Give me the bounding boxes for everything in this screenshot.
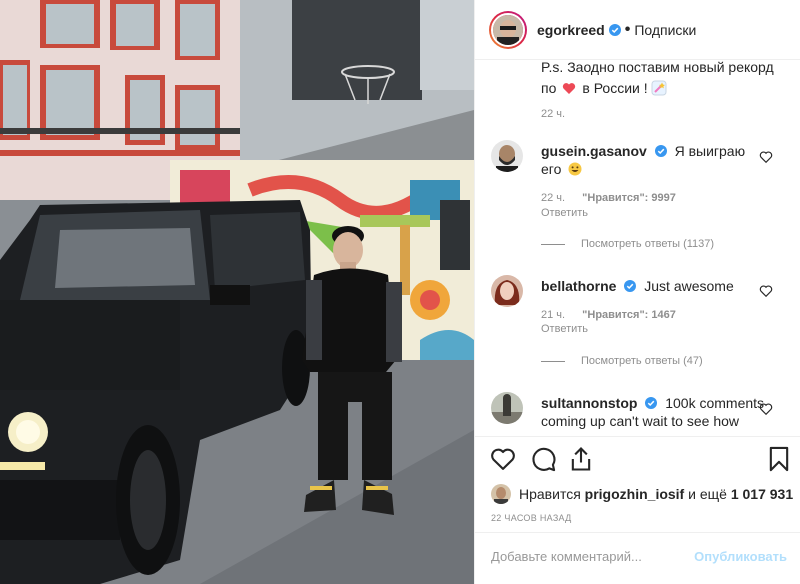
comment-meta: 22 ч. "Нравится": 9997 bbox=[541, 192, 690, 204]
post-image bbox=[0, 0, 474, 584]
comment-bubble-icon[interactable] bbox=[529, 445, 557, 473]
likes-prefix: Нравится bbox=[519, 486, 581, 502]
replies-divider bbox=[541, 243, 565, 245]
view-replies-label: Посмотреть ответы (47) bbox=[581, 355, 703, 367]
view-replies-button[interactable]: Посмотреть ответы (47) bbox=[541, 355, 703, 367]
comment-body-line-2: coming up can't wait to see how bbox=[541, 413, 740, 429]
comment-avatar[interactable] bbox=[491, 392, 523, 424]
comment-likes[interactable]: "Нравится": 1467 bbox=[582, 309, 676, 321]
reply-button[interactable]: Ответить bbox=[541, 207, 588, 219]
likes-suffix: и ещё bbox=[688, 486, 727, 502]
commenter-avatar-image bbox=[491, 392, 523, 424]
author-username[interactable]: egorkreed bbox=[537, 22, 605, 38]
comment-meta: 21 ч. "Нравится": 1467 bbox=[541, 309, 690, 321]
liker-avatar bbox=[491, 484, 511, 504]
bookmark-save-icon[interactable] bbox=[765, 445, 793, 473]
shooting-star-emoji-icon bbox=[651, 80, 667, 96]
author-avatar-image bbox=[493, 14, 523, 45]
commenter-avatar-image bbox=[491, 275, 523, 307]
separator-dot: • bbox=[624, 20, 631, 38]
like-comment-heart-icon[interactable] bbox=[759, 284, 773, 298]
commenter-avatar-image bbox=[491, 140, 523, 172]
post-timestamp[interactable]: 22 ЧАСОВ НАЗАД bbox=[491, 513, 572, 523]
verified-badge-icon bbox=[624, 280, 637, 292]
reply-button[interactable]: Ответить bbox=[541, 323, 588, 335]
verified-badge-icon bbox=[654, 145, 667, 157]
comment-text: sultannonstop 100k comments coming up ca… bbox=[541, 394, 781, 430]
replies-divider bbox=[541, 360, 565, 362]
like-heart-icon[interactable] bbox=[489, 445, 517, 473]
caption-text: P.s. Заодно поставим новый рекорд по в Р… bbox=[541, 60, 781, 97]
post-photo[interactable] bbox=[0, 0, 474, 584]
comment-body-line-1: Я выиграю bbox=[674, 143, 746, 159]
post-actions: Нравится prigozhin_iosif и ещё 1 017 931… bbox=[475, 436, 800, 532]
likes-count[interactable]: 1 017 931 bbox=[731, 486, 793, 502]
view-replies-button[interactable]: Посмотреть ответы (1137) bbox=[541, 238, 714, 250]
author-avatar[interactable] bbox=[489, 10, 527, 49]
caption-line-2: по в России ! bbox=[541, 79, 781, 97]
comments-list[interactable]: P.s. Заодно поставим новый рекорд по в Р… bbox=[475, 60, 800, 436]
comment-body-line-2: его bbox=[541, 161, 562, 177]
grinning-emoji-icon bbox=[568, 162, 582, 176]
publish-button[interactable]: Опубликовать bbox=[694, 549, 787, 564]
following-button[interactable]: Подписки bbox=[634, 22, 696, 38]
view-replies-label: Посмотреть ответы (1137) bbox=[581, 238, 715, 250]
comment-avatar[interactable] bbox=[491, 275, 523, 307]
comment-username[interactable]: bellathorne bbox=[541, 278, 616, 294]
comment-body-line-1: Just awesome bbox=[644, 278, 734, 294]
comment-text: bellathorne Just awesome bbox=[541, 277, 761, 295]
post-sidebar: egorkreed • Подписки P.s. Заодно постави… bbox=[474, 0, 800, 584]
like-comment-heart-icon[interactable] bbox=[759, 150, 773, 164]
verified-badge-icon bbox=[645, 397, 658, 409]
comment-time: 21 ч. bbox=[541, 309, 566, 321]
liked-by-username[interactable]: prigozhin_iosif bbox=[585, 486, 685, 502]
like-comment-heart-icon[interactable] bbox=[759, 402, 773, 416]
share-upload-icon[interactable] bbox=[567, 445, 595, 473]
comment-text: gusein.gasanov Я выиграю его bbox=[541, 142, 761, 178]
post-header: egorkreed • Подписки bbox=[475, 0, 800, 60]
liker-avatar-image bbox=[491, 484, 511, 504]
comment-username[interactable]: gusein.gasanov bbox=[541, 143, 647, 159]
red-heart-emoji-icon bbox=[563, 82, 576, 94]
likes-summary[interactable]: Нравится prigozhin_iosif и ещё 1 017 931 bbox=[491, 484, 793, 504]
caption-word-country: в России ! bbox=[582, 80, 648, 96]
add-comment-input[interactable] bbox=[491, 549, 691, 564]
comment-time: 22 ч. bbox=[541, 192, 566, 204]
comment-avatar[interactable] bbox=[491, 140, 523, 172]
comment-body-line-1: 100k comments bbox=[665, 395, 765, 411]
caption-word: по bbox=[541, 80, 557, 96]
verified-badge-icon bbox=[608, 23, 621, 36]
caption-timestamp: 22 ч. bbox=[541, 108, 566, 120]
comment-username[interactable]: sultannonstop bbox=[541, 395, 637, 411]
comment-likes[interactable]: "Нравится": 9997 bbox=[582, 192, 676, 204]
add-comment-bar: Опубликовать bbox=[475, 532, 800, 584]
caption-line-1: P.s. Заодно поставим новый рекорд bbox=[541, 60, 774, 75]
